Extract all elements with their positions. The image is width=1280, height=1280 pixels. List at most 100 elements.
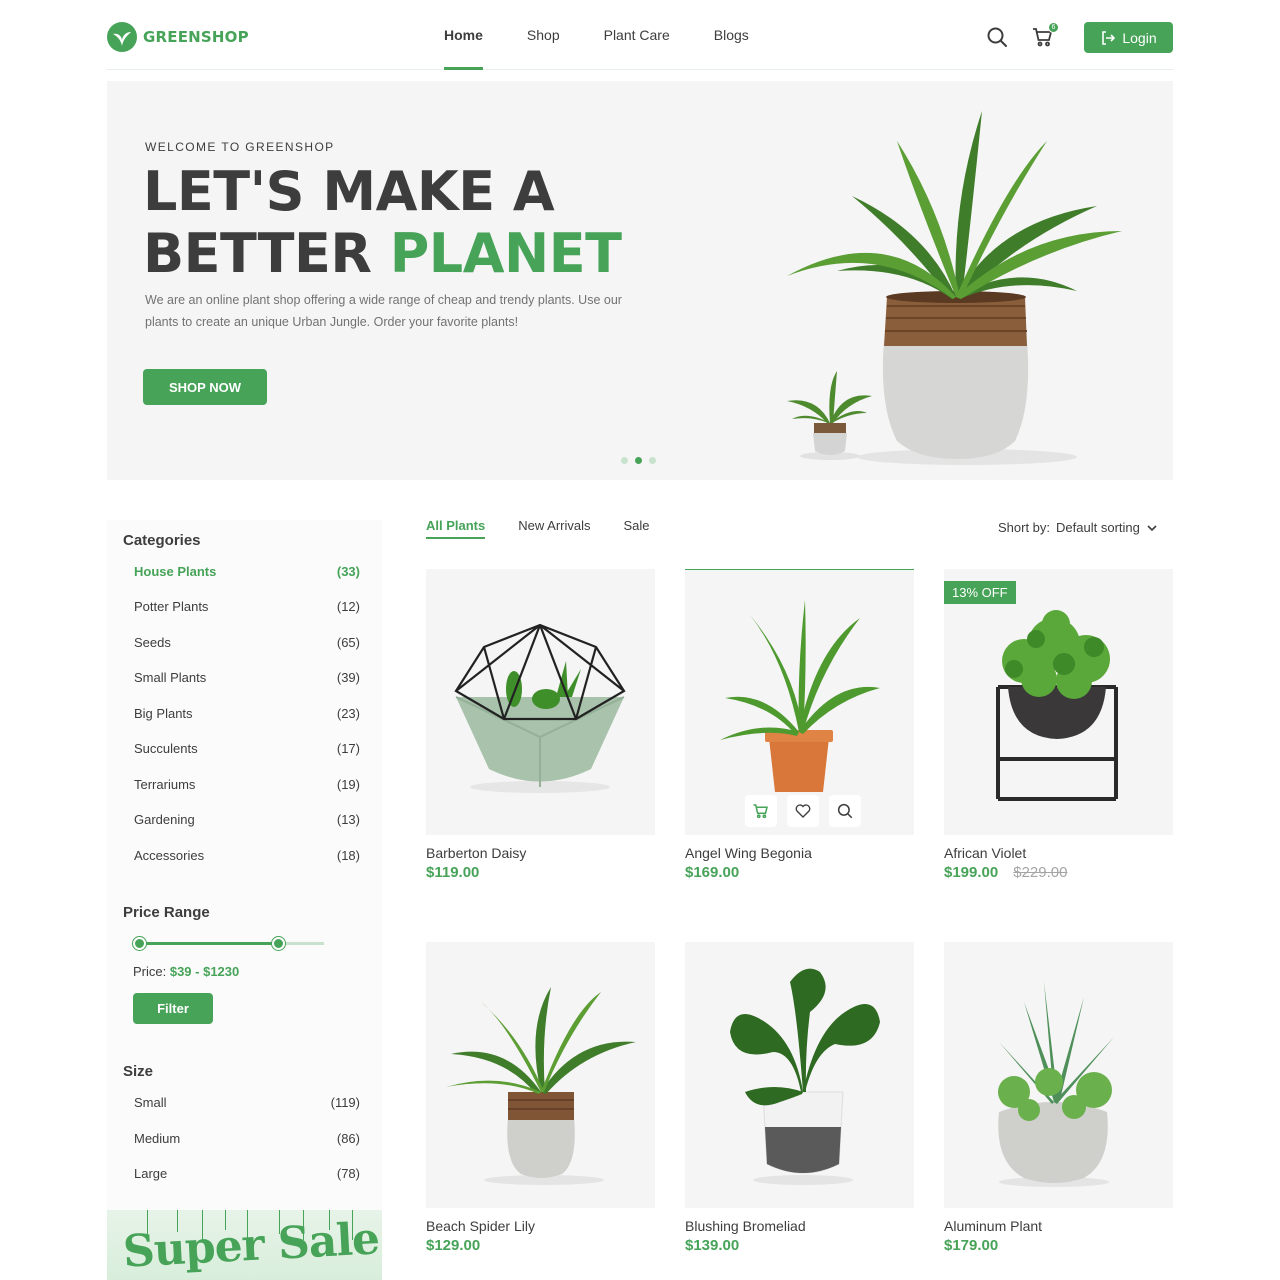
hero-banner: WELCOME TO GREENSHOP LET'S MAKE A BETTER… [107, 81, 1173, 480]
carousel-dot-1[interactable] [621, 457, 628, 464]
product-card[interactable]: 13% OFF African Violet $199.00 $229.00 [944, 569, 1173, 881]
tab-new-arrivals[interactable]: New Arrivals [518, 518, 590, 539]
filter-button[interactable]: Filter [133, 993, 213, 1024]
carousel-dot-3[interactable] [649, 457, 656, 464]
size-label: Large [134, 1166, 168, 1181]
category-label: Succulents [134, 741, 198, 756]
category-accessories[interactable]: Accessories (18) [134, 848, 360, 863]
logout-arrow-icon [1102, 30, 1116, 45]
product-price-row: $129.00 [426, 1237, 655, 1254]
category-count: (18) [336, 848, 360, 863]
bowl-stand-plant-icon [996, 610, 1118, 801]
range-max-handle[interactable] [272, 937, 285, 950]
nav-home[interactable]: Home [444, 0, 483, 70]
size-title: Size [123, 1063, 154, 1080]
size-medium[interactable]: Medium (86) [134, 1131, 360, 1146]
carousel-dot-2[interactable] [635, 457, 642, 464]
leaf-logo-icon [107, 22, 137, 52]
tab-all-plants[interactable]: All Plants [426, 518, 486, 539]
product-price-row: $199.00 $229.00 [944, 864, 1173, 881]
shop-now-button[interactable]: SHOP NOW [143, 369, 267, 405]
product-image[interactable] [685, 569, 914, 835]
filter-sidebar: Categories House Plants (33) Potter Plan… [107, 520, 382, 1280]
cart-count-badge: 6 [1048, 22, 1059, 33]
category-label: Accessories [134, 848, 205, 863]
login-label: Login [1122, 29, 1157, 46]
product-card[interactable]: Beach Spider Lily $129.00 [426, 942, 655, 1254]
category-succulents[interactable]: Succulents (17) [134, 741, 360, 756]
heart-icon [795, 804, 811, 818]
size-count: (86) [336, 1131, 360, 1146]
price-range-title: Price Range [123, 904, 210, 921]
terrarium-plant-icon [454, 623, 626, 793]
hero-title: LET'S MAKE A BETTER PLANET [143, 160, 622, 285]
category-terrariums[interactable]: Terrariums (19) [134, 777, 360, 792]
product-price: $139.00 [685, 1237, 740, 1254]
product-image[interactable] [426, 942, 655, 1208]
product-image[interactable] [426, 569, 655, 835]
cart-icon[interactable]: 6 [1031, 22, 1059, 49]
product-name[interactable]: Aluminum Plant [944, 1218, 1173, 1234]
product-price: $179.00 [944, 1237, 999, 1254]
category-label: Potter Plants [134, 599, 209, 614]
login-button[interactable]: Login [1084, 22, 1173, 53]
product-card[interactable]: Barberton Daisy $119.00 [426, 569, 655, 881]
hero-description: We are an online plant shop offering a w… [145, 293, 622, 329]
size-small[interactable]: Small (119) [134, 1095, 360, 1110]
search-icon [837, 803, 853, 819]
product-name[interactable]: Angel Wing Begonia [685, 845, 914, 861]
product-price: $169.00 [685, 864, 740, 881]
category-house-plants[interactable]: House Plants (33) [134, 564, 360, 579]
product-name[interactable]: African Violet [944, 845, 1173, 861]
category-big-plants[interactable]: Big Plants (23) [134, 706, 360, 721]
price-value: $39 - $1230 [169, 964, 240, 979]
search-icon[interactable] [985, 25, 1009, 49]
range-min-handle[interactable] [133, 937, 146, 950]
brand-logo[interactable]: GREENSHOP [107, 22, 249, 52]
sort-label: Short by: [998, 520, 1051, 535]
nav-blogs[interactable]: Blogs [714, 0, 749, 70]
product-name[interactable]: Barberton Daisy [426, 845, 655, 861]
product-price-row: $169.00 [685, 864, 914, 881]
product-name[interactable]: Beach Spider Lily [426, 1218, 655, 1234]
price-readout: Price: $39 - $1230 [133, 964, 239, 979]
sort-dropdown[interactable]: Short by: Default sorting [998, 520, 1158, 535]
product-image[interactable]: 13% OFF [944, 569, 1173, 835]
size-large[interactable]: Large (78) [134, 1166, 360, 1181]
nav-shop[interactable]: Shop [527, 0, 560, 70]
category-count: (17) [336, 741, 360, 756]
category-label: Terrariums [134, 777, 196, 792]
product-price: $199.00 [944, 864, 999, 881]
category-small-plants[interactable]: Small Plants (39) [134, 670, 360, 685]
category-label: Seeds [134, 635, 171, 650]
category-seeds[interactable]: Seeds (65) [134, 635, 360, 650]
category-potter-plants[interactable]: Potter Plants (12) [134, 599, 360, 614]
site-header: GREENSHOP Home Shop Plant Care Blogs 6 L… [107, 0, 1173, 70]
category-count: (65) [336, 635, 360, 650]
super-sale-banner[interactable]: Super Sale [107, 1210, 382, 1280]
product-tabs: All Plants New Arrivals Sale [426, 518, 650, 539]
nav-plant-care[interactable]: Plant Care [604, 0, 670, 70]
product-actions [745, 795, 861, 827]
product-name[interactable]: Blushing Bromeliad [685, 1218, 914, 1234]
succulent-pot-plant-icon [998, 982, 1114, 1187]
product-card[interactable]: Blushing Bromeliad $139.00 [685, 942, 914, 1254]
category-gardening[interactable]: Gardening (13) [134, 812, 360, 827]
product-image[interactable] [944, 942, 1173, 1208]
monstera-plant-icon [730, 968, 880, 1185]
quick-view-button[interactable] [829, 795, 861, 827]
product-image[interactable] [685, 942, 914, 1208]
range-fill [140, 942, 280, 945]
add-to-cart-button[interactable] [745, 795, 777, 827]
tab-sale[interactable]: Sale [624, 518, 650, 539]
category-label: Small Plants [134, 670, 207, 685]
price-range-slider[interactable] [133, 937, 324, 950]
size-label: Medium [134, 1131, 181, 1146]
wishlist-button[interactable] [787, 795, 819, 827]
product-card[interactable]: Aluminum Plant $179.00 [944, 942, 1173, 1254]
categories-title: Categories [123, 532, 201, 549]
hero-title-line1: LET'S MAKE A [143, 160, 555, 223]
discount-badge: 13% OFF [944, 581, 1016, 604]
size-count: (119) [330, 1095, 360, 1110]
product-card[interactable]: Angel Wing Begonia $169.00 [685, 569, 914, 881]
